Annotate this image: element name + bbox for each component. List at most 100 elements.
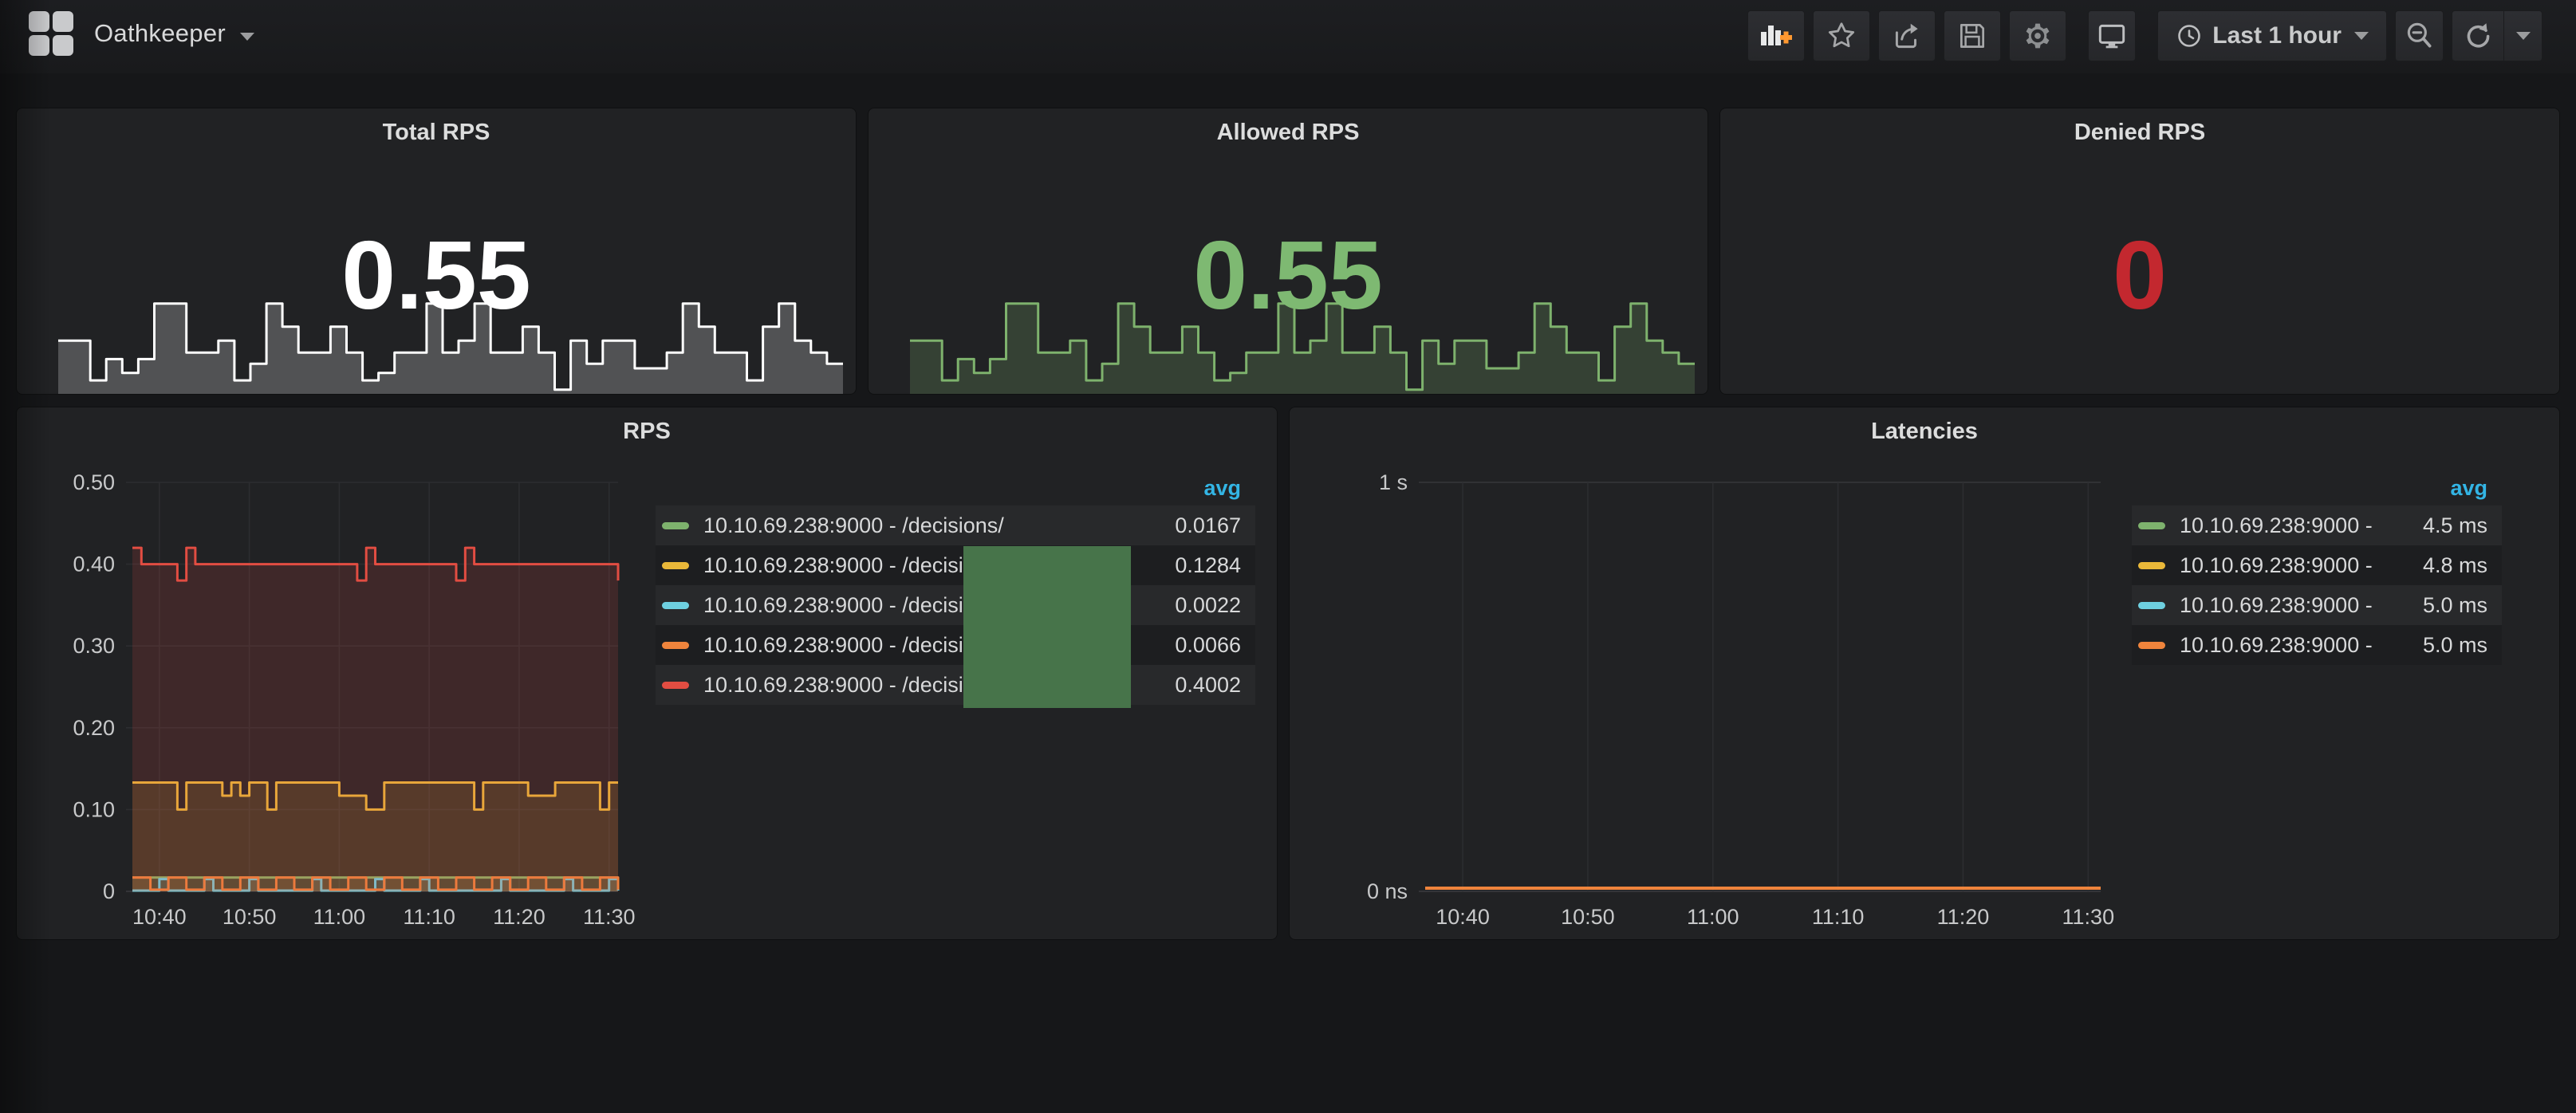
legend-series-avg-value: 0.0022: [1129, 593, 1241, 618]
legend-series-avg-value: 0.4002: [1129, 673, 1241, 698]
svg-text:0: 0: [103, 879, 115, 903]
settings-button[interactable]: [2009, 10, 2066, 61]
legend-avg-header[interactable]: avg: [656, 470, 1255, 505]
legend-series-label[interactable]: 10.10.69.238:9000 - p95: [2180, 553, 2376, 578]
panel-denied-rps: Denied RPS 0: [1720, 108, 2559, 394]
grid-square: [53, 35, 73, 56]
svg-text:11:10: 11:10: [403, 905, 455, 929]
legend-series-avg-value: 4.5 ms: [2376, 513, 2487, 538]
share-button[interactable]: [1878, 10, 1936, 61]
legend-series-dash-icon[interactable]: [662, 682, 689, 689]
legend-series-dash-icon[interactable]: [662, 642, 689, 649]
legend-row: 10.10.69.238:9000 - /decisions/0.0167: [656, 505, 1255, 545]
svg-text:1 s: 1 s: [1379, 470, 1408, 494]
panel-latencies-graph: Latencies 1 s0 ns10:4010:5011:0011:1011:…: [1290, 407, 2559, 939]
legend-row: 10.10.69.238:9000 - /decisions/0.0066: [656, 625, 1255, 665]
gear-icon: [2020, 18, 2055, 53]
refresh-split-button: [2452, 10, 2543, 61]
legend-series-dash-icon[interactable]: [2138, 562, 2165, 569]
svg-text:0.50: 0.50: [73, 470, 115, 494]
stat-value-denied-rps: 0: [1720, 226, 2559, 324]
panel-total-rps: Total RPS 0.55: [17, 108, 856, 394]
add-panel-button[interactable]: [1747, 10, 1805, 61]
panel-title[interactable]: Denied RPS: [1720, 120, 2559, 146]
share-icon: [1890, 19, 1924, 53]
svg-text:10:40: 10:40: [132, 905, 187, 929]
panel-title[interactable]: Total RPS: [17, 120, 856, 146]
grid-square: [29, 35, 49, 56]
legend-series-label[interactable]: 10.10.69.238:9000 - p100: [2180, 633, 2376, 658]
refresh-button[interactable]: [2452, 11, 2503, 61]
legend-series-avg-value: 5.0 ms: [2376, 633, 2487, 658]
navbar: Oathkeeper: [0, 0, 2576, 73]
legend-series-dash-icon[interactable]: [662, 602, 689, 609]
legend-series-avg-value: 0.1284: [1129, 553, 1241, 578]
svg-text:10:40: 10:40: [1436, 905, 1490, 929]
legend-row: 10.10.69.238:9000 - /decisions/0.0022: [656, 585, 1255, 625]
svg-text:11:00: 11:00: [1687, 905, 1739, 929]
legend-series-dash-icon[interactable]: [2138, 642, 2165, 649]
svg-text:0.40: 0.40: [73, 553, 115, 576]
svg-text:10:50: 10:50: [223, 905, 277, 929]
legend-series-avg-value: 5.0 ms: [2376, 593, 2487, 618]
legend-series-dash-icon[interactable]: [662, 562, 689, 569]
cycle-view-button[interactable]: [2088, 10, 2136, 61]
svg-text:0.30: 0.30: [73, 634, 115, 658]
rps-chart-plot[interactable]: 0.50 0.40 0.30 0.20 0.10 0 10:40 10:50 11:00 11:1…: [17, 407, 647, 939]
dashboard-title[interactable]: Oathkeeper: [94, 19, 226, 48]
panel-rps-graph: RPS 0.500.400.300.200.10010:4010:5011:00…: [17, 407, 1277, 939]
svg-text:11:30: 11:30: [2062, 905, 2115, 929]
legend-row: 10.10.69.238:9000 - p1005.0 ms: [2132, 625, 2502, 665]
panel-allowed-rps: Allowed RPS 0.55: [869, 108, 1707, 394]
zoom-out-button[interactable]: [2395, 10, 2444, 61]
legend-series-dash-icon[interactable]: [2138, 522, 2165, 529]
legend-series-label[interactable]: 10.10.69.238:9000 - p90: [2180, 513, 2376, 538]
latencies-legend: avg 10.10.69.238:9000 - p904.5 ms10.10.6…: [2132, 470, 2502, 665]
legend-overlay-box: [963, 546, 1131, 708]
time-range-picker[interactable]: Last 1 hour: [2157, 10, 2387, 61]
svg-text:11:10: 11:10: [1812, 905, 1865, 929]
dashboards-grid-icon[interactable]: [29, 11, 73, 56]
tv-icon: [2095, 19, 2129, 53]
svg-text:11:20: 11:20: [1937, 905, 1990, 929]
grid-square: [53, 11, 73, 32]
legend-series-avg-value: 4.8 ms: [2376, 553, 2487, 578]
legend-avg-header[interactable]: avg: [2132, 470, 2502, 505]
legend-series-dash-icon[interactable]: [662, 522, 689, 529]
time-range-caret-icon: [2354, 32, 2369, 40]
rps-legend: avg 10.10.69.238:9000 - /decisions/0.016…: [656, 470, 1255, 705]
svg-text:0 ns: 0 ns: [1367, 879, 1408, 903]
legend-row: 10.10.69.238:9000 - p954.8 ms: [2132, 545, 2502, 585]
refresh-interval-button[interactable]: [2503, 11, 2542, 61]
svg-text:11:30: 11:30: [583, 905, 636, 929]
star-button[interactable]: [1813, 10, 1870, 61]
star-icon: [1825, 19, 1858, 53]
legend-series-avg-value: 0.0167: [1129, 513, 1241, 538]
legend-series-dash-icon[interactable]: [2138, 602, 2165, 609]
legend-row: 10.10.69.238:9000 - p904.5 ms: [2132, 505, 2502, 545]
refresh-interval-caret-icon: [2516, 32, 2531, 40]
grid-square: [29, 11, 49, 32]
latencies-chart-plot[interactable]: 1 s 0 ns 10:40 10:50 11:00 11:10 11:20 11:30: [1290, 407, 2127, 939]
legend-series-avg-value: 0.0066: [1129, 633, 1241, 658]
dashboard-title-caret-icon[interactable]: [240, 33, 254, 41]
stat-value-allowed-rps: 0.55: [869, 226, 1707, 324]
legend-row: 10.10.69.238:9000 - /decisions/0.1284: [656, 545, 1255, 585]
save-icon: [1956, 19, 1989, 53]
save-button[interactable]: [1944, 10, 2001, 61]
bar-chart-plus-icon: [1758, 19, 1794, 53]
legend-series-label[interactable]: 10.10.69.238:9000 - p99: [2180, 593, 2376, 618]
svg-text:10:50: 10:50: [1561, 905, 1615, 929]
stat-value-total-rps: 0.55: [17, 226, 856, 324]
svg-text:0.20: 0.20: [73, 716, 115, 740]
panel-title[interactable]: Allowed RPS: [869, 120, 1707, 146]
zoom-out-icon: [2403, 19, 2436, 53]
time-range-label: Last 1 hour: [2212, 22, 2342, 49]
legend-row: 10.10.69.238:9000 - p995.0 ms: [2132, 585, 2502, 625]
svg-text:11:20: 11:20: [493, 905, 546, 929]
clock-icon: [2176, 22, 2203, 49]
legend-series-label[interactable]: 10.10.69.238:9000 - /decisions/: [703, 513, 1129, 538]
svg-text:11:00: 11:00: [313, 905, 366, 929]
svg-text:0.10: 0.10: [73, 797, 115, 821]
dashboard-toolbar: Last 1 hour: [1747, 10, 2543, 61]
